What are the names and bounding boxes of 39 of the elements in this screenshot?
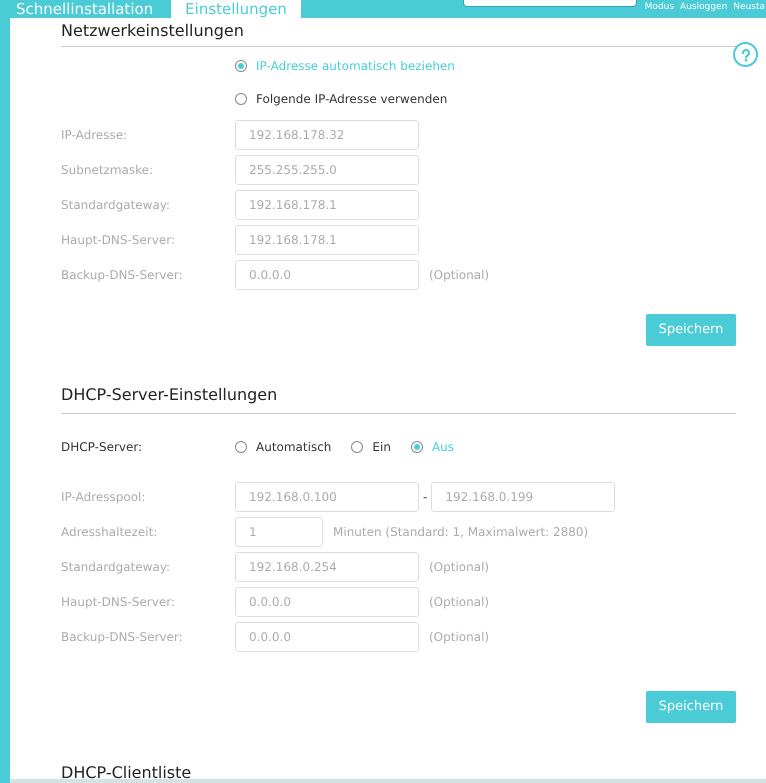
radio-button[interactable]	[351, 441, 364, 453]
header-link[interactable]: Modus	[644, 0, 674, 14]
header-link[interactable]: Neusta	[733, 0, 765, 14]
radio-label[interactable]: Aus	[432, 438, 454, 456]
field-label: IP-Adresspool:	[61, 489, 146, 506]
field-label: Adresshaltezeit:	[61, 524, 158, 541]
field-label: IP-Adresse:	[61, 127, 128, 144]
header-link[interactable]: Ausloggen	[680, 0, 728, 14]
field-note: (Optional)	[429, 559, 490, 576]
section-title: Netzwerkeinstellungen	[61, 21, 244, 40]
radio-label[interactable]: Automatisch	[256, 438, 332, 456]
field-label: Backup-DNS-Server:	[61, 629, 184, 646]
field-note: (Optional)	[429, 629, 490, 646]
radio-label[interactable]: IP-Adresse automatisch beziehen	[256, 57, 455, 75]
field-label: Backup-DNS-Server:	[61, 267, 184, 284]
field-label: Subnetzmaske:	[61, 162, 154, 179]
field-label: Standardgateway:	[61, 197, 172, 214]
nav-tab[interactable]: Einstellungen	[171, 0, 301, 18]
section-title: DHCP-Server-Einstellungen	[61, 385, 278, 404]
nav-tab[interactable]: Schnellinstallation	[0, 0, 156, 18]
radio-button[interactable]	[410, 441, 423, 453]
field-note: Minuten (Standard: 1, Maximalwert: 2880)	[333, 524, 588, 541]
section-title: DHCP-Clientliste	[61, 763, 192, 782]
search-field[interactable]	[462, 0, 637, 7]
radio-label[interactable]: Folgende IP-Adresse verwenden	[256, 90, 448, 108]
help-icon[interactable]	[733, 42, 758, 67]
radio-button[interactable]	[235, 60, 247, 72]
field-label: DHCP-Server:	[61, 439, 144, 456]
field-label: Haupt-DNS-Server:	[61, 232, 176, 249]
radio-button[interactable]	[235, 441, 247, 453]
field-label: Haupt-DNS-Server:	[61, 594, 176, 611]
field-note: (Optional)	[429, 267, 490, 284]
radio-label[interactable]: Ein	[372, 438, 391, 456]
range-separator: -	[423, 489, 428, 506]
field-label: Standardgateway:	[61, 559, 172, 576]
radio-button[interactable]	[235, 93, 247, 105]
field-note: (Optional)	[429, 594, 490, 611]
save-button[interactable]: Speichern	[646, 691, 736, 723]
save-button[interactable]: Speichern	[646, 314, 736, 346]
